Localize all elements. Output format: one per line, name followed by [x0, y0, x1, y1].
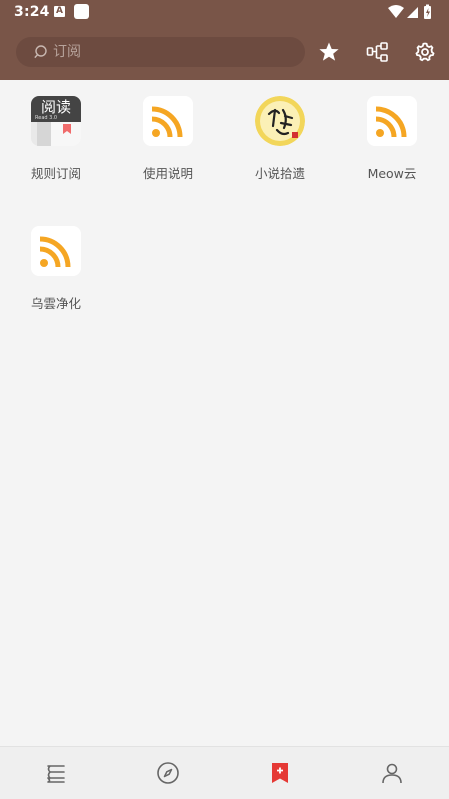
nav-item-subscription[interactable]	[224, 747, 336, 799]
system-status-icons	[388, 4, 431, 19]
compass-icon	[157, 762, 179, 784]
nav-item-bookshelf[interactable]	[0, 747, 112, 799]
source-label: 规则订阅	[30, 166, 81, 181]
group-icon[interactable]	[366, 40, 390, 64]
logo-text: 阅读	[40, 98, 71, 116]
reading-logo-icon: 阅读 Read 3.0	[31, 96, 81, 146]
rss-bookmark-icon	[272, 763, 288, 783]
source-label: 小说拾遗	[254, 166, 305, 181]
source-label: 使用说明	[142, 166, 193, 181]
source-item-usage-guide[interactable]: 使用说明	[112, 80, 224, 200]
person-icon	[382, 763, 402, 784]
novel-seal-icon	[255, 96, 305, 146]
bookshelf-icon	[47, 765, 65, 783]
source-item-dark-cloud-purify[interactable]: 乌雲净化	[0, 210, 112, 330]
source-item-novel-gleanings[interactable]: 小说拾遗	[224, 80, 336, 200]
star-icon[interactable]	[317, 40, 341, 64]
search-icon	[34, 45, 47, 59]
rss-icon	[143, 96, 193, 146]
nav-item-profile[interactable]	[336, 747, 448, 799]
source-label: Meow云	[367, 166, 417, 181]
search-bar[interactable]	[16, 37, 305, 67]
bottom-navigation	[0, 746, 449, 799]
status-time: 3:24	[14, 4, 50, 20]
settings-icon[interactable]	[413, 40, 437, 64]
wifi-icon	[388, 5, 404, 18]
status-bar: 3:24 A	[0, 0, 449, 24]
search-input[interactable]	[53, 37, 293, 67]
logo-subtext: Read 3.0	[35, 115, 58, 121]
source-item-rule-subscription[interactable]: 阅读 Read 3.0 规则订阅	[0, 80, 112, 200]
source-label: 乌雲净化	[30, 296, 81, 311]
app-bar	[0, 24, 449, 80]
source-item-meow-cloud[interactable]: Meow云	[336, 80, 448, 200]
notification-a-icon: A	[54, 6, 65, 17]
notification-square-icon	[74, 4, 89, 19]
signal-icon	[407, 7, 418, 18]
rss-icon	[367, 96, 417, 146]
rss-icon	[31, 226, 81, 276]
nav-item-explore[interactable]	[112, 747, 224, 799]
